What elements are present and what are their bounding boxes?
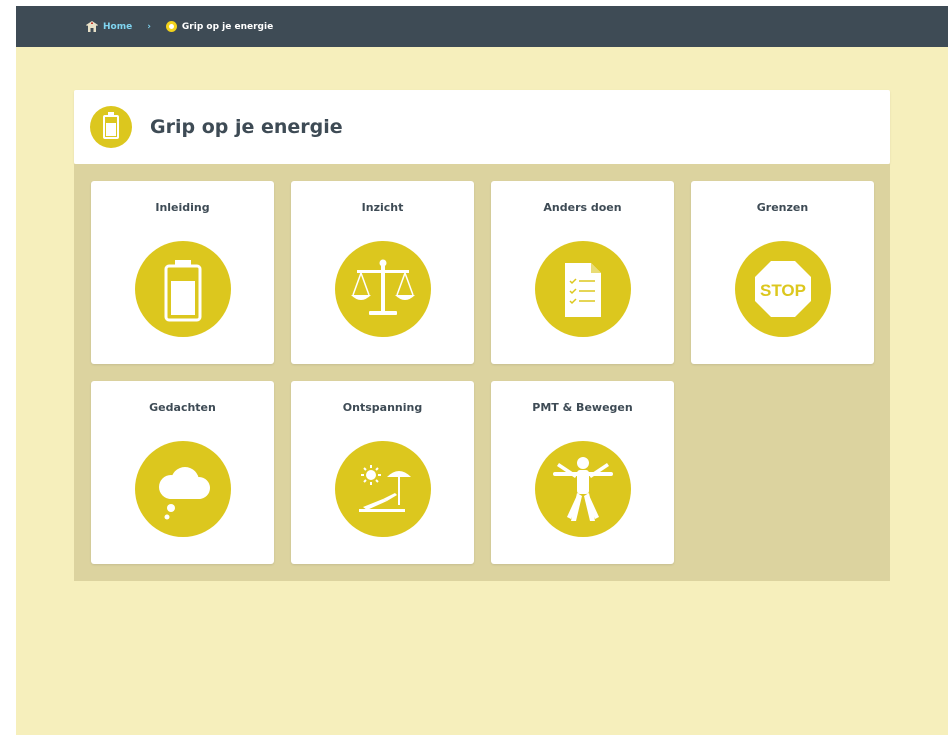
- battery-icon: [90, 106, 132, 148]
- energy-dot-icon: [165, 21, 177, 32]
- tile-anders-doen[interactable]: Anders doen: [491, 181, 674, 364]
- tile-gedachten[interactable]: Gedachten: [91, 381, 274, 564]
- tile-grenzen[interactable]: Grenzen STOP: [691, 181, 874, 364]
- breadcrumb-current-label: Grip op je energie: [181, 21, 274, 32]
- tile-label: PMT & Bewegen: [532, 401, 633, 414]
- home-icon: [86, 21, 98, 32]
- tile-pmt-bewegen[interactable]: PMT & Bewegen: [491, 381, 674, 564]
- tile-label: Inzicht: [361, 201, 404, 214]
- breadcrumb-home-link[interactable]: Home: [86, 21, 132, 32]
- tile-label: Gedachten: [149, 401, 216, 414]
- battery-icon: [135, 241, 231, 337]
- app-window: Home › Grip op je energie Grip op je ene…: [16, 6, 948, 735]
- tile-label: Grenzen: [756, 201, 809, 214]
- checklist-icon: [535, 241, 631, 337]
- breadcrumb: Home › Grip op je energie: [86, 21, 273, 32]
- breadcrumb-home-label: Home: [103, 21, 133, 32]
- tile-label: Anders doen: [543, 201, 622, 214]
- thought-cloud-icon: [135, 441, 231, 537]
- tile-label: Inleiding: [155, 201, 210, 214]
- stop-sign-icon: STOP: [735, 241, 831, 337]
- top-navigation-bar: Home › Grip op je energie: [16, 6, 948, 47]
- breadcrumb-current: Grip op je energie: [165, 21, 274, 32]
- breadcrumb-separator: ›: [147, 21, 151, 32]
- scales-icon: [335, 241, 431, 337]
- tile-inzicht[interactable]: Inzicht: [291, 181, 474, 364]
- tile-label: Ontspanning: [342, 401, 423, 414]
- beach-chair-icon: [335, 441, 431, 537]
- stop-sign-text: STOP: [760, 281, 806, 300]
- page-title: Grip op je energie: [150, 116, 343, 138]
- vitruvian-man-icon: [535, 441, 631, 537]
- page-header-card: Grip op je energie: [74, 90, 890, 164]
- module-grid: Inleiding Inzicht Anders doen Grenzen ST…: [74, 164, 890, 581]
- tile-ontspanning[interactable]: Ontspanning: [291, 381, 474, 564]
- tile-inleiding[interactable]: Inleiding: [91, 181, 274, 364]
